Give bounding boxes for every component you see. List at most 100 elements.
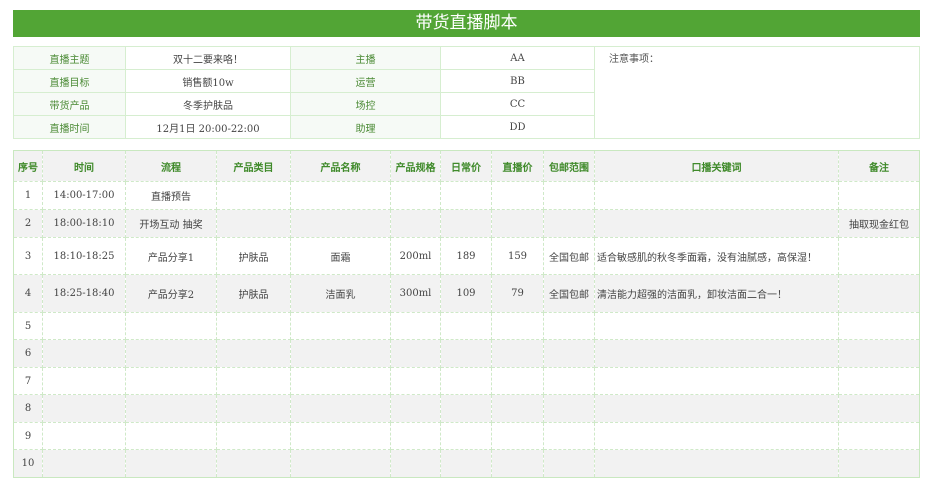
table-cell[interactable]: [390, 449, 441, 478]
table-cell[interactable]: [290, 422, 391, 450]
table-cell[interactable]: [440, 181, 492, 210]
table-cell[interactable]: [491, 181, 544, 210]
table-cell[interactable]: [440, 339, 492, 368]
table-cell[interactable]: [42, 394, 126, 423]
table-cell[interactable]: [838, 339, 920, 368]
role-person[interactable]: AA: [440, 46, 595, 70]
table-cell[interactable]: [216, 422, 291, 450]
table-cell[interactable]: 2: [13, 209, 43, 238]
table-cell[interactable]: [216, 339, 291, 368]
table-cell[interactable]: [125, 449, 217, 478]
role-person[interactable]: CC: [440, 92, 595, 116]
table-cell[interactable]: 10: [13, 449, 43, 478]
table-cell[interactable]: [543, 312, 595, 340]
table-cell[interactable]: 18:00-18:10: [42, 209, 126, 238]
table-cell[interactable]: [440, 449, 492, 478]
table-cell[interactable]: [594, 339, 839, 368]
table-cell[interactable]: [594, 181, 839, 210]
column-header[interactable]: 备注: [838, 150, 920, 182]
table-cell[interactable]: [594, 394, 839, 423]
table-cell[interactable]: [390, 339, 441, 368]
table-cell[interactable]: 全国包邮: [543, 274, 595, 313]
table-cell[interactable]: [390, 181, 441, 210]
table-cell[interactable]: [390, 394, 441, 423]
info-label[interactable]: 带货产品: [13, 92, 126, 116]
table-cell[interactable]: [594, 422, 839, 450]
info-value[interactable]: 12月1日 20:00-22:00: [125, 115, 291, 139]
role-person[interactable]: BB: [440, 69, 595, 93]
table-cell[interactable]: [440, 394, 492, 423]
table-cell[interactable]: [491, 339, 544, 368]
table-cell[interactable]: [216, 367, 291, 395]
column-header[interactable]: 包邮范围: [543, 150, 595, 182]
table-cell[interactable]: [491, 422, 544, 450]
table-cell[interactable]: 1: [13, 181, 43, 210]
table-cell[interactable]: 产品分享1: [125, 237, 217, 275]
table-cell[interactable]: 开场互动 抽奖: [125, 209, 217, 238]
role-label[interactable]: 助理: [290, 115, 441, 139]
table-cell[interactable]: [838, 367, 920, 395]
table-cell[interactable]: [838, 274, 920, 313]
table-cell[interactable]: 8: [13, 394, 43, 423]
table-cell[interactable]: 14:00-17:00: [42, 181, 126, 210]
table-cell[interactable]: [216, 181, 291, 210]
role-label[interactable]: 场控: [290, 92, 441, 116]
info-label[interactable]: 直播目标: [13, 69, 126, 93]
table-cell[interactable]: [838, 449, 920, 478]
table-cell[interactable]: 全国包邮: [543, 237, 595, 275]
table-cell[interactable]: [838, 181, 920, 210]
info-value[interactable]: 双十二要来咯！: [125, 46, 291, 70]
table-cell[interactable]: [491, 449, 544, 478]
notes-cell[interactable]: 注意事项：: [594, 46, 920, 139]
table-cell[interactable]: [390, 312, 441, 340]
table-cell[interactable]: [290, 339, 391, 368]
table-cell[interactable]: [491, 312, 544, 340]
table-cell[interactable]: [290, 181, 391, 210]
table-cell[interactable]: 109: [440, 274, 492, 313]
table-cell[interactable]: 产品分享2: [125, 274, 217, 313]
table-cell[interactable]: [543, 181, 595, 210]
table-cell[interactable]: 9: [13, 422, 43, 450]
table-cell[interactable]: [838, 422, 920, 450]
table-cell[interactable]: [440, 312, 492, 340]
table-cell[interactable]: [440, 367, 492, 395]
column-header[interactable]: 产品类目: [216, 150, 291, 182]
column-header[interactable]: 时间: [42, 150, 126, 182]
info-value[interactable]: 销售额10w: [125, 69, 291, 93]
table-cell[interactable]: [543, 394, 595, 423]
role-label[interactable]: 主播: [290, 46, 441, 70]
role-label[interactable]: 运营: [290, 69, 441, 93]
column-header[interactable]: 产品规格: [390, 150, 441, 182]
table-cell[interactable]: [290, 394, 391, 423]
table-cell[interactable]: 直播预告: [125, 181, 217, 210]
table-cell[interactable]: [290, 449, 391, 478]
table-cell[interactable]: 4: [13, 274, 43, 313]
table-cell[interactable]: [491, 394, 544, 423]
table-cell[interactable]: [390, 209, 441, 238]
table-cell[interactable]: [543, 367, 595, 395]
table-cell[interactable]: [838, 312, 920, 340]
column-header[interactable]: 口播关键词: [594, 150, 839, 182]
table-cell[interactable]: 6: [13, 339, 43, 368]
table-cell[interactable]: [216, 449, 291, 478]
table-cell[interactable]: [125, 394, 217, 423]
table-cell[interactable]: 300ml: [390, 274, 441, 313]
column-header[interactable]: 产品名称: [290, 150, 391, 182]
table-cell[interactable]: [290, 367, 391, 395]
table-cell[interactable]: [125, 339, 217, 368]
table-cell[interactable]: [543, 422, 595, 450]
table-cell[interactable]: 189: [440, 237, 492, 275]
table-cell[interactable]: [290, 312, 391, 340]
table-cell[interactable]: [543, 339, 595, 368]
column-header[interactable]: 直播价: [491, 150, 544, 182]
table-cell[interactable]: [390, 422, 441, 450]
table-cell[interactable]: [491, 209, 544, 238]
table-cell[interactable]: [594, 312, 839, 340]
table-cell[interactable]: [42, 339, 126, 368]
table-cell[interactable]: [440, 422, 492, 450]
table-cell[interactable]: [125, 312, 217, 340]
table-cell[interactable]: 护肤品: [216, 237, 291, 275]
table-cell[interactable]: [543, 209, 595, 238]
table-cell[interactable]: [42, 449, 126, 478]
table-cell[interactable]: [594, 449, 839, 478]
